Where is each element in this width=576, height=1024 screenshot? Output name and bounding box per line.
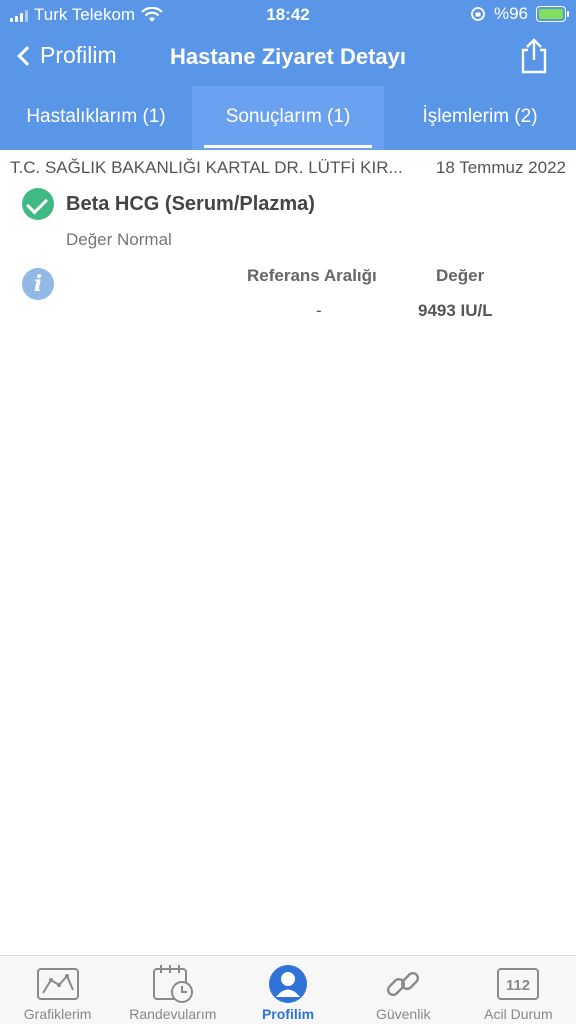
- header: Turk Telekom 18:42 %96 Profilim Hastane …: [0, 0, 576, 150]
- tabbar-emergency[interactable]: 112 Acil Durum: [461, 956, 576, 1024]
- result-header[interactable]: Beta HCG (Serum/Plazma): [22, 188, 315, 220]
- emergency-number: 112: [506, 977, 530, 994]
- battery-area: %96: [470, 4, 569, 24]
- tabbar-label: Randevularım: [129, 1006, 217, 1022]
- tabbar-profile[interactable]: Profilim: [230, 956, 345, 1024]
- link-icon: [381, 964, 425, 1004]
- share-icon[interactable]: [518, 38, 550, 74]
- hospital-name: T.C. SAĞLIK BAKANLIĞI KARTAL DR. LÜTFİ K…: [10, 158, 403, 177]
- tab-procedures[interactable]: İşlemlerim (2): [384, 86, 576, 150]
- result-value: 9493 IU/L: [418, 301, 493, 320]
- chart-icon: [36, 964, 80, 1004]
- tabbar-label: Güvenlik: [375, 1006, 431, 1022]
- tab-results[interactable]: Sonuçlarım (1): [192, 86, 384, 150]
- visit-date: 18 Temmuz 2022: [435, 158, 566, 177]
- tabbar-label: Profilim: [261, 1006, 315, 1022]
- reference-range-value: -: [316, 301, 322, 320]
- result-name: Beta HCG (Serum/Plazma): [66, 192, 315, 215]
- battery-icon: [536, 6, 569, 22]
- navbar: Profilim Hastane Ziyaret Detayı: [0, 36, 576, 84]
- emergency-112-icon: 112: [496, 964, 540, 1004]
- bottom-tab-bar: Grafiklerim Randevularım Profilim Güvenl…: [0, 955, 576, 1024]
- tab-diseases[interactable]: Hastalıklarım (1): [0, 86, 192, 150]
- back-button[interactable]: Profilim: [14, 42, 117, 69]
- profile-icon: [266, 964, 310, 1004]
- status-bar: Turk Telekom 18:42 %96: [0, 0, 576, 30]
- tab-bar-top: Hastalıklarım (1) Sonuçlarım (1) İşlemle…: [0, 86, 576, 150]
- tabbar-label: Grafiklerim: [23, 1006, 92, 1022]
- results-content: T.C. SAĞLIK BAKANLIĞI KARTAL DR. LÜTFİ K…: [0, 150, 576, 955]
- result-status: Değer Normal: [66, 230, 172, 249]
- tabbar-label: Acil Durum: [484, 1006, 553, 1022]
- value-header: Değer: [436, 266, 485, 285]
- chevron-left-icon: [17, 45, 37, 66]
- back-label: Profilim: [40, 42, 117, 68]
- orientation-lock-icon: [471, 7, 485, 21]
- tabbar-security[interactable]: Güvenlik: [346, 956, 461, 1024]
- visit-info: T.C. SAĞLIK BAKANLIĞI KARTAL DR. LÜTFİ K…: [10, 158, 566, 178]
- check-circle-icon: [22, 188, 54, 220]
- tabbar-appointments[interactable]: Randevularım: [115, 956, 230, 1024]
- info-icon[interactable]: i: [22, 268, 54, 300]
- calendar-icon: [151, 964, 195, 1004]
- tabbar-charts[interactable]: Grafiklerim: [0, 956, 115, 1024]
- reference-range-header: Referans Aralığı: [247, 266, 377, 285]
- battery-percent: %96: [493, 4, 528, 23]
